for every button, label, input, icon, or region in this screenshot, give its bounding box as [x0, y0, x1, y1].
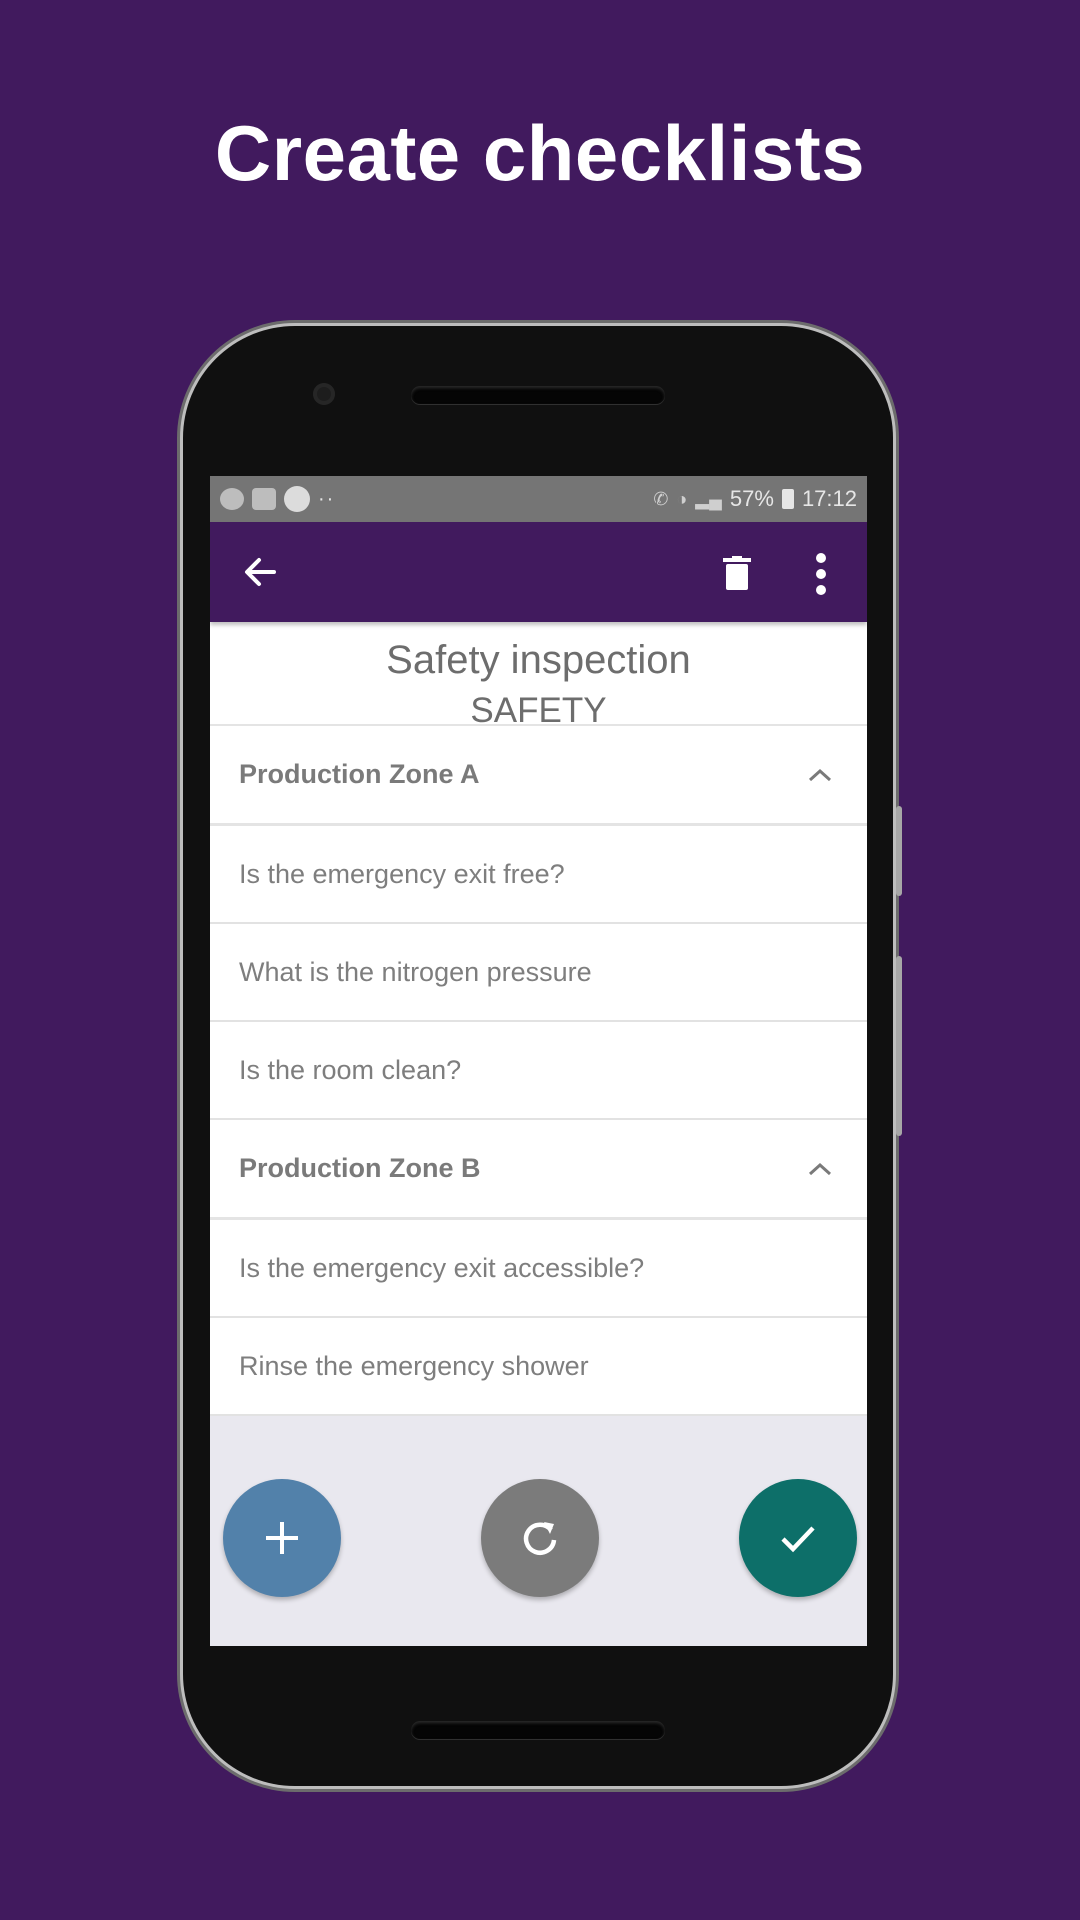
wifi-icon: ◑	[676, 488, 688, 509]
phone-frame: ·· ✆ ◑ ▂▄ 57% 17:12 Safety inspection SA…	[183, 326, 902, 1786]
promo-headline: Create checklists	[214, 109, 866, 197]
checklist-header: Safety inspection SAFETY	[210, 622, 867, 730]
status-bar: ·· ✆ ◑ ▂▄ 57% 17:12	[210, 476, 867, 522]
complete-checklist-button[interactable]	[739, 1479, 857, 1597]
checklist-item[interactable]: Is the room clean?	[210, 1022, 867, 1120]
app-screen: ·· ✆ ◑ ▂▄ 57% 17:12 Safety inspection SA…	[210, 476, 867, 1646]
checklist-item[interactable]: Is the emergency exit free?	[210, 826, 867, 924]
trash-icon[interactable]	[723, 556, 751, 590]
plus-icon	[266, 1522, 298, 1554]
section-header-zone-a[interactable]: Production Zone A	[210, 726, 867, 826]
wifi-call-icon: ✆	[653, 488, 669, 509]
clock: 17:12	[801, 486, 857, 511]
app-notification-icon	[284, 486, 310, 512]
more-vert-icon[interactable]	[813, 552, 829, 596]
add-item-button[interactable]	[223, 1479, 341, 1597]
section-label: Production Zone B	[239, 1153, 481, 1183]
whatsapp-icon	[220, 488, 244, 510]
check-icon	[781, 1526, 815, 1553]
chevron-up-icon[interactable]	[807, 767, 833, 783]
checklist-title: Safety inspection	[386, 638, 691, 682]
front-camera-icon	[313, 383, 335, 405]
reset-checklist-button[interactable]	[481, 1479, 599, 1597]
signal-icon: ▂▄	[695, 488, 722, 509]
gallery-icon	[252, 488, 276, 510]
section-header-zone-b[interactable]: Production Zone B	[210, 1120, 867, 1220]
bottom-speaker	[411, 1721, 665, 1739]
battery-icon	[781, 489, 794, 509]
section-label: Production Zone A	[239, 759, 480, 789]
battery-percent: 57%	[729, 486, 774, 511]
more-notifications-indicator: ··	[318, 487, 336, 510]
power-button	[896, 956, 902, 1136]
checklist-item[interactable]: Is the emergency exit accessible?	[210, 1220, 867, 1318]
checklist-item[interactable]: What is the nitrogen pressure	[210, 924, 867, 1022]
checklist-item[interactable]: Rinse the emergency shower	[210, 1318, 867, 1416]
volume-button	[896, 806, 902, 896]
app-bar	[210, 522, 867, 622]
refresh-icon	[523, 1522, 557, 1555]
chevron-up-icon[interactable]	[807, 1161, 833, 1177]
arrow-back-icon[interactable]	[240, 552, 280, 592]
earpiece-speaker	[411, 386, 665, 404]
